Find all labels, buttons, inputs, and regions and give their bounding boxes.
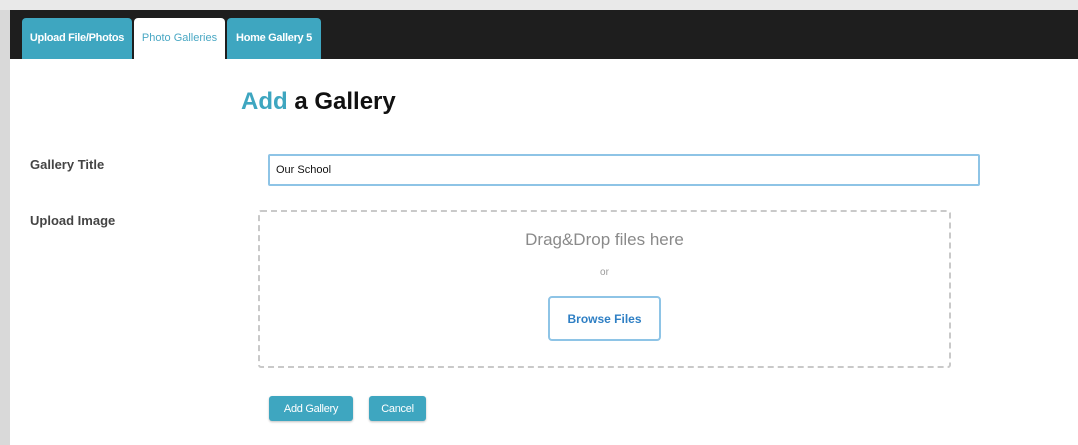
tab-photo-galleries[interactable]: Photo Galleries bbox=[134, 18, 225, 59]
app-window: Upload File/Photos Photo Galleries Home … bbox=[0, 0, 1078, 445]
upload-image-label: Upload Image bbox=[30, 213, 116, 228]
gallery-title-label: Gallery Title bbox=[30, 157, 105, 172]
tab-home-gallery[interactable]: Home Gallery 5 bbox=[227, 18, 321, 59]
file-dropzone[interactable]: Drag&Drop files here or Browse Files bbox=[258, 210, 951, 368]
top-strip bbox=[0, 0, 1078, 10]
browse-files-button[interactable]: Browse Files bbox=[548, 296, 661, 341]
cancel-button[interactable]: Cancel bbox=[369, 396, 426, 421]
tab-upload-file-photos[interactable]: Upload File/Photos bbox=[22, 18, 132, 59]
page-title-accent: Add bbox=[241, 88, 288, 115]
left-rail bbox=[0, 10, 10, 445]
dropzone-or-text: or bbox=[600, 267, 609, 278]
page-title: Add a Gallery bbox=[241, 88, 396, 116]
add-gallery-button[interactable]: Add Gallery bbox=[269, 396, 353, 421]
gallery-title-input[interactable] bbox=[268, 154, 980, 186]
page-title-rest: a Gallery bbox=[287, 88, 396, 115]
dropzone-text: Drag&Drop files here bbox=[525, 230, 684, 249]
